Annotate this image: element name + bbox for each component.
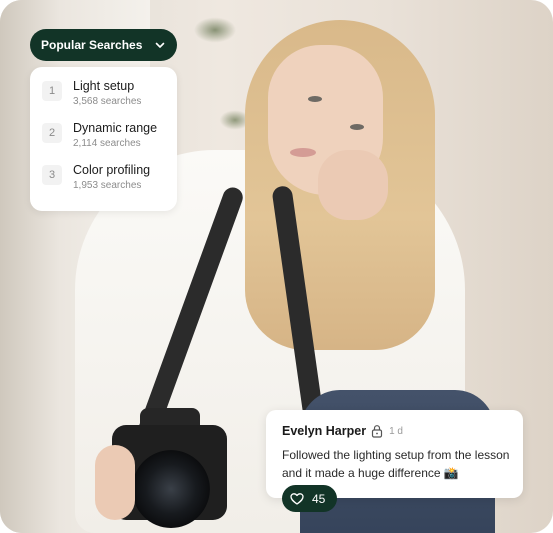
search-label: Color profiling <box>73 163 151 177</box>
search-rank: 1 <box>42 81 62 101</box>
comment-time: 1 d <box>389 425 403 437</box>
search-rank: 3 <box>42 165 62 185</box>
search-count: 3,568 searches <box>73 96 142 107</box>
search-item[interactable]: 3 Color profiling 1,953 searches <box>42 162 169 204</box>
person-eye-right <box>350 124 364 130</box>
chevron-down-icon <box>153 38 167 52</box>
search-item[interactable]: 2 Dynamic range 2,114 searches <box>42 120 169 162</box>
search-item[interactable]: 1 Light setup 3,568 searches <box>42 78 169 120</box>
comment-text: Followed the lighting setup from the les… <box>282 448 510 480</box>
popular-searches-list: 1 Light setup 3,568 searches 2 Dynamic r… <box>30 67 177 211</box>
search-label: Dynamic range <box>73 121 158 135</box>
heart-icon <box>290 492 304 506</box>
camera-lens <box>132 450 210 528</box>
person-hand-camera <box>95 445 135 520</box>
person-eye-left <box>308 96 322 102</box>
search-label: Light setup <box>73 79 135 93</box>
popular-searches-title: Popular Searches <box>41 38 143 52</box>
person-lips <box>290 148 316 157</box>
like-button[interactable]: 45 <box>282 485 337 512</box>
search-rank: 2 <box>42 123 62 143</box>
person-hand <box>318 150 388 220</box>
like-count: 45 <box>312 491 326 506</box>
lock-icon <box>371 424 383 438</box>
search-count: 2,114 searches <box>73 138 141 149</box>
search-count: 1,953 searches <box>73 180 142 191</box>
comment-author[interactable]: Evelyn Harper <box>282 424 366 438</box>
popular-searches-dropdown[interactable]: Popular Searches <box>30 29 177 61</box>
